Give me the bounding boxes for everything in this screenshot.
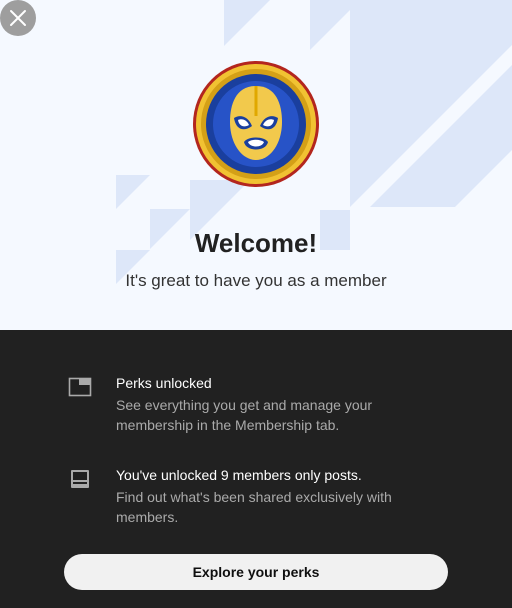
membership-tab-icon bbox=[68, 377, 92, 397]
welcome-subtitle: It's great to have you as a member bbox=[125, 271, 387, 290]
hero-section: Welcome! It's great to have you as a mem… bbox=[0, 0, 512, 330]
welcome-title: Welcome! bbox=[194, 228, 318, 258]
perk-title: Perks unlocked bbox=[116, 375, 212, 391]
posts-icon bbox=[71, 470, 89, 488]
close-button[interactable] bbox=[0, 0, 36, 36]
perks-panel: Perks unlocked See everything you get an… bbox=[0, 330, 512, 608]
explore-perks-button[interactable]: Explore your perks bbox=[64, 554, 448, 590]
perk-description: Find out what's been shared exclusively … bbox=[116, 489, 392, 525]
perk-description: See everything you get and manage your m… bbox=[116, 397, 373, 433]
luchador-mask-badge-icon bbox=[193, 61, 319, 187]
welcome-dialog: Welcome! It's great to have you as a mem… bbox=[0, 0, 512, 608]
close-icon bbox=[10, 10, 26, 26]
perk-title: You've unlocked 9 members only posts. bbox=[116, 467, 362, 483]
